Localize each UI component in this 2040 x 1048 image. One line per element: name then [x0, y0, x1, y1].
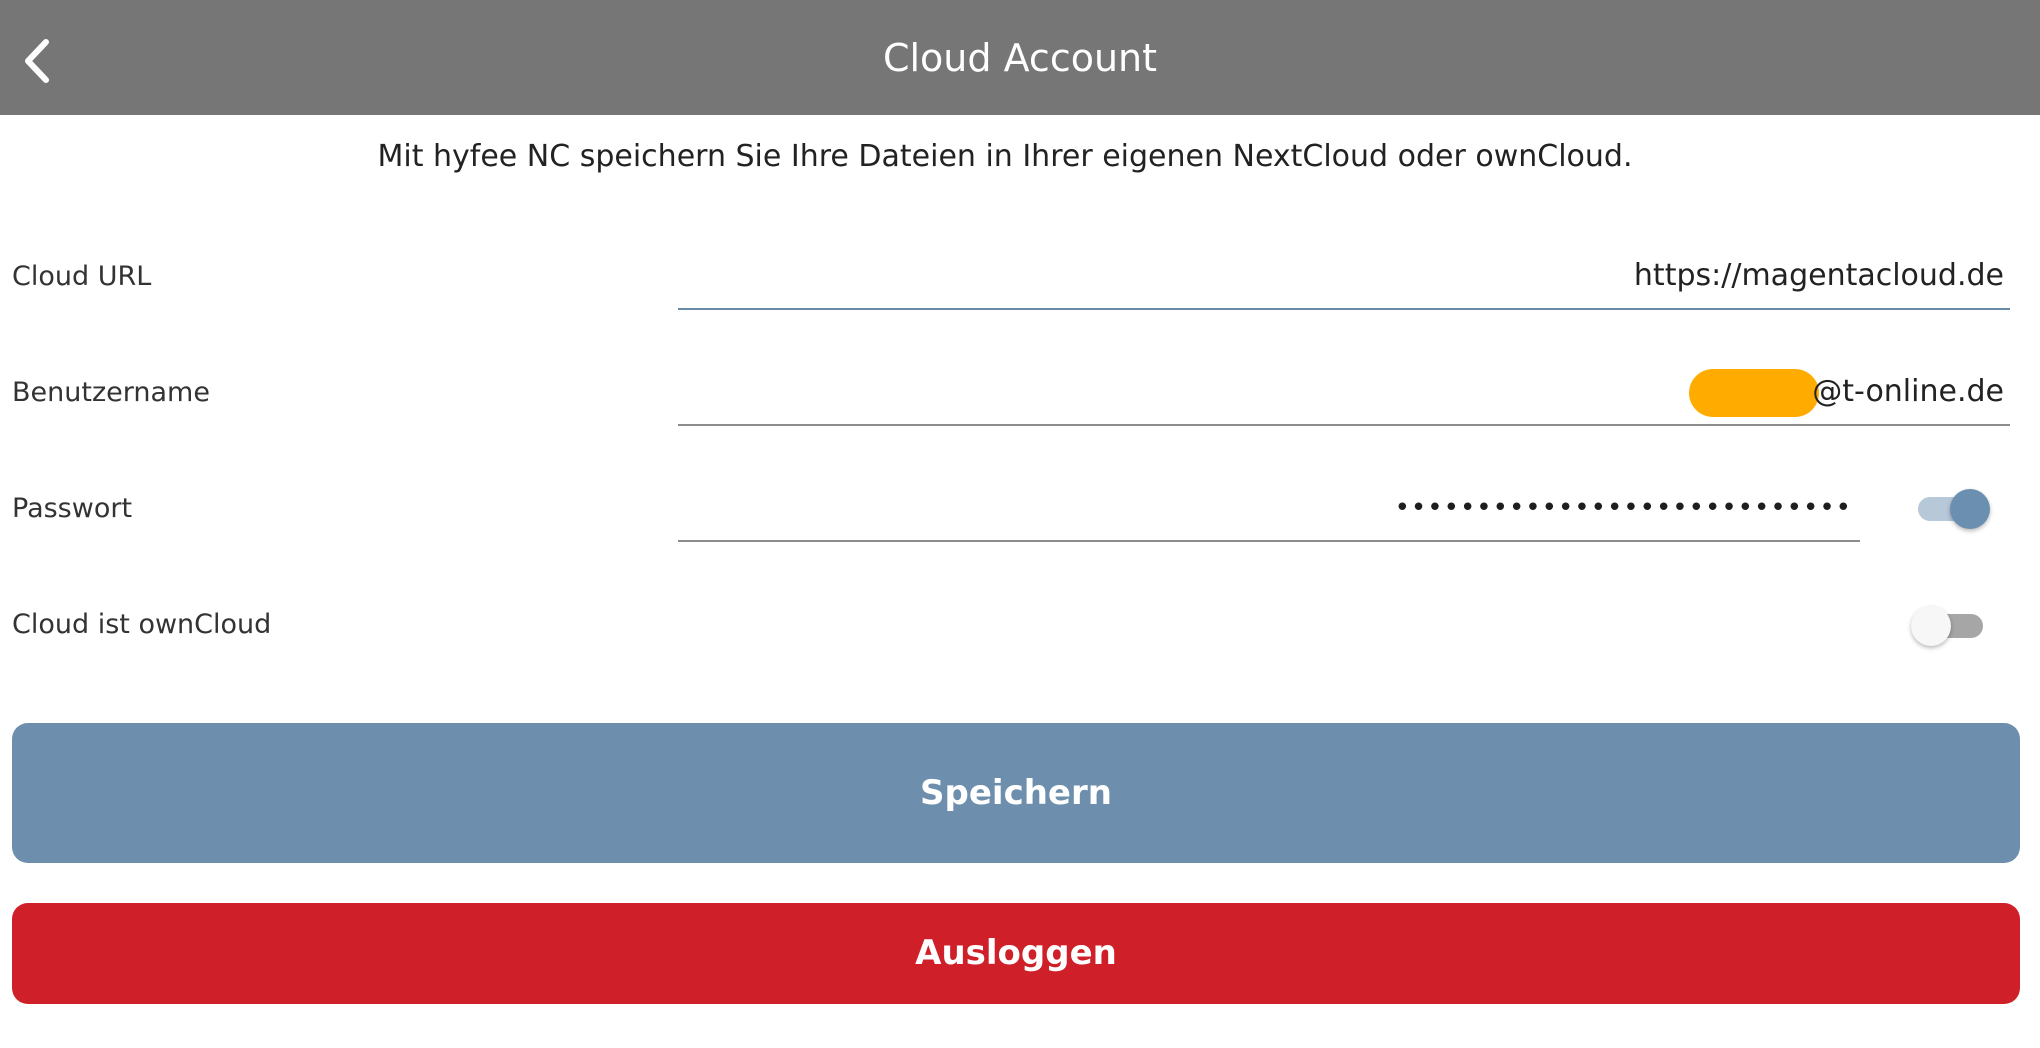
- owncloud-toggle[interactable]: [1911, 604, 1991, 648]
- toggle-knob: [1950, 489, 1990, 529]
- username-label: Benutzername: [12, 377, 210, 408]
- password-label: Passwort: [12, 493, 133, 524]
- save-button[interactable]: Speichern: [12, 723, 2020, 863]
- cloud-url-label: Cloud URL: [12, 261, 152, 292]
- show-password-toggle[interactable]: [1912, 487, 1992, 531]
- toggle-knob: [1911, 606, 1951, 646]
- owncloud-label: Cloud ist ownCloud: [12, 609, 272, 640]
- cloud-url-input[interactable]: https://magentacloud.de: [678, 248, 2010, 310]
- password-value: ••••••••••••••••••••••••••••: [1394, 493, 1852, 523]
- logout-button[interactable]: Ausloggen: [12, 903, 2020, 1004]
- password-input[interactable]: ••••••••••••••••••••••••••••: [678, 480, 1860, 542]
- page-title: Cloud Account: [882, 36, 1158, 80]
- intro-text: Mit hyfee NC speichern Sie Ihre Dateien …: [377, 139, 1633, 174]
- app-header: Cloud Account: [0, 0, 2040, 115]
- username-input[interactable]: @t-online.de: [678, 364, 2010, 426]
- cloud-url-value: https://magentacloud.de: [1633, 258, 2004, 293]
- redacted-username: [1689, 369, 1819, 417]
- username-domain: @t-online.de: [1812, 374, 2004, 409]
